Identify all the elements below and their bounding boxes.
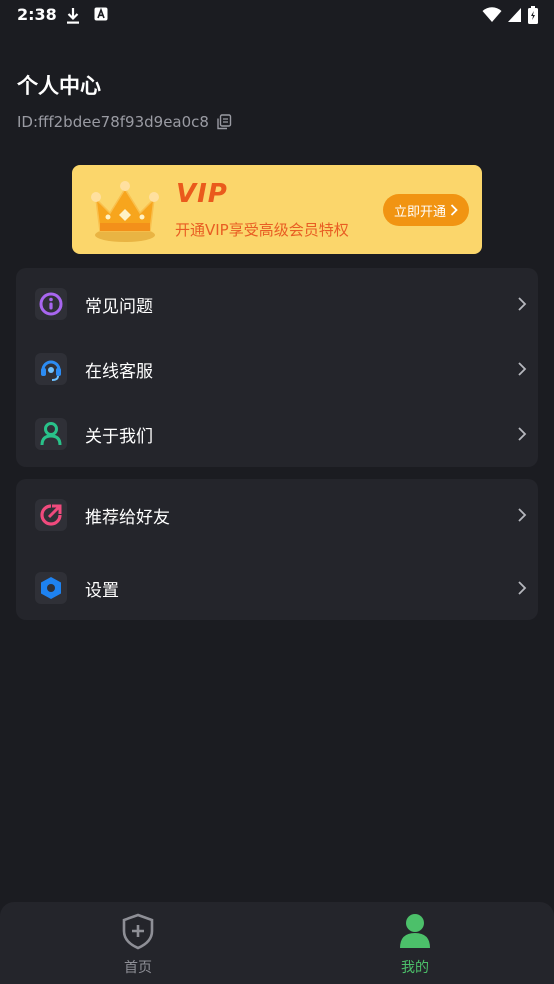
tab-mine[interactable]: 我的: [355, 902, 475, 984]
share-icon: [35, 499, 67, 531]
headset-icon: [35, 353, 67, 385]
chevron-right-icon: [518, 581, 527, 595]
copy-icon[interactable]: [216, 114, 232, 130]
page-title: 个人中心: [17, 74, 101, 98]
user-id-text: ID:fff2bdee78f93d9ea0c8: [17, 113, 209, 131]
user-icon: [400, 914, 430, 948]
menu-item-recommend[interactable]: 推荐给好友: [16, 487, 538, 543]
tab-home-label: 首页: [124, 960, 152, 976]
wifi-icon: [482, 7, 502, 22]
font-a-icon: [94, 7, 108, 21]
menu-group-1: 常见问题 在线客服 关于我们: [16, 268, 538, 467]
status-bar: 2:38: [0, 0, 554, 32]
user-id-row: ID:fff2bdee78f93d9ea0c8: [17, 113, 232, 131]
menu-item-faq[interactable]: 常见问题: [16, 276, 538, 332]
settings-hexagon-icon: [35, 572, 67, 604]
battery-icon: [528, 6, 538, 24]
chevron-right-icon: [450, 204, 458, 216]
vip-open-button[interactable]: 立即开通: [383, 194, 469, 226]
crown-icon: [91, 181, 159, 242]
bottom-nav: 首页 我的: [0, 902, 554, 984]
status-time: 2:38: [17, 5, 57, 24]
menu-label-faq: 常见问题: [85, 296, 153, 317]
download-icon: [67, 8, 79, 24]
vip-banner[interactable]: VIP 开通VIP享受高级会员特权 立即开通: [72, 165, 482, 254]
menu-label-about-us: 关于我们: [85, 426, 153, 447]
menu-item-customer-service[interactable]: 在线客服: [16, 341, 538, 397]
person-icon: [35, 418, 67, 450]
menu-label-settings: 设置: [85, 580, 119, 601]
tab-home[interactable]: 首页: [78, 902, 198, 984]
chevron-right-icon: [518, 362, 527, 376]
help-info-icon: [35, 288, 67, 320]
menu-label-recommend: 推荐给好友: [85, 507, 170, 528]
status-right-icons: [482, 6, 538, 24]
signal-icon: [508, 8, 521, 22]
vip-open-button-label: 立即开通: [393, 204, 446, 220]
shield-plus-icon: [122, 913, 154, 950]
chevron-right-icon: [518, 297, 527, 311]
vip-description: 开通VIP享受高级会员特权: [175, 221, 349, 239]
menu-item-about-us[interactable]: 关于我们: [16, 406, 538, 462]
chevron-right-icon: [518, 427, 527, 441]
tab-mine-label: 我的: [401, 960, 429, 976]
vip-badge-text: VIP: [176, 179, 228, 209]
chevron-right-icon: [518, 508, 527, 522]
menu-group-2: 推荐给好友 设置: [16, 479, 538, 620]
menu-item-settings[interactable]: 设置: [16, 560, 538, 616]
menu-label-customer-service: 在线客服: [85, 361, 153, 382]
